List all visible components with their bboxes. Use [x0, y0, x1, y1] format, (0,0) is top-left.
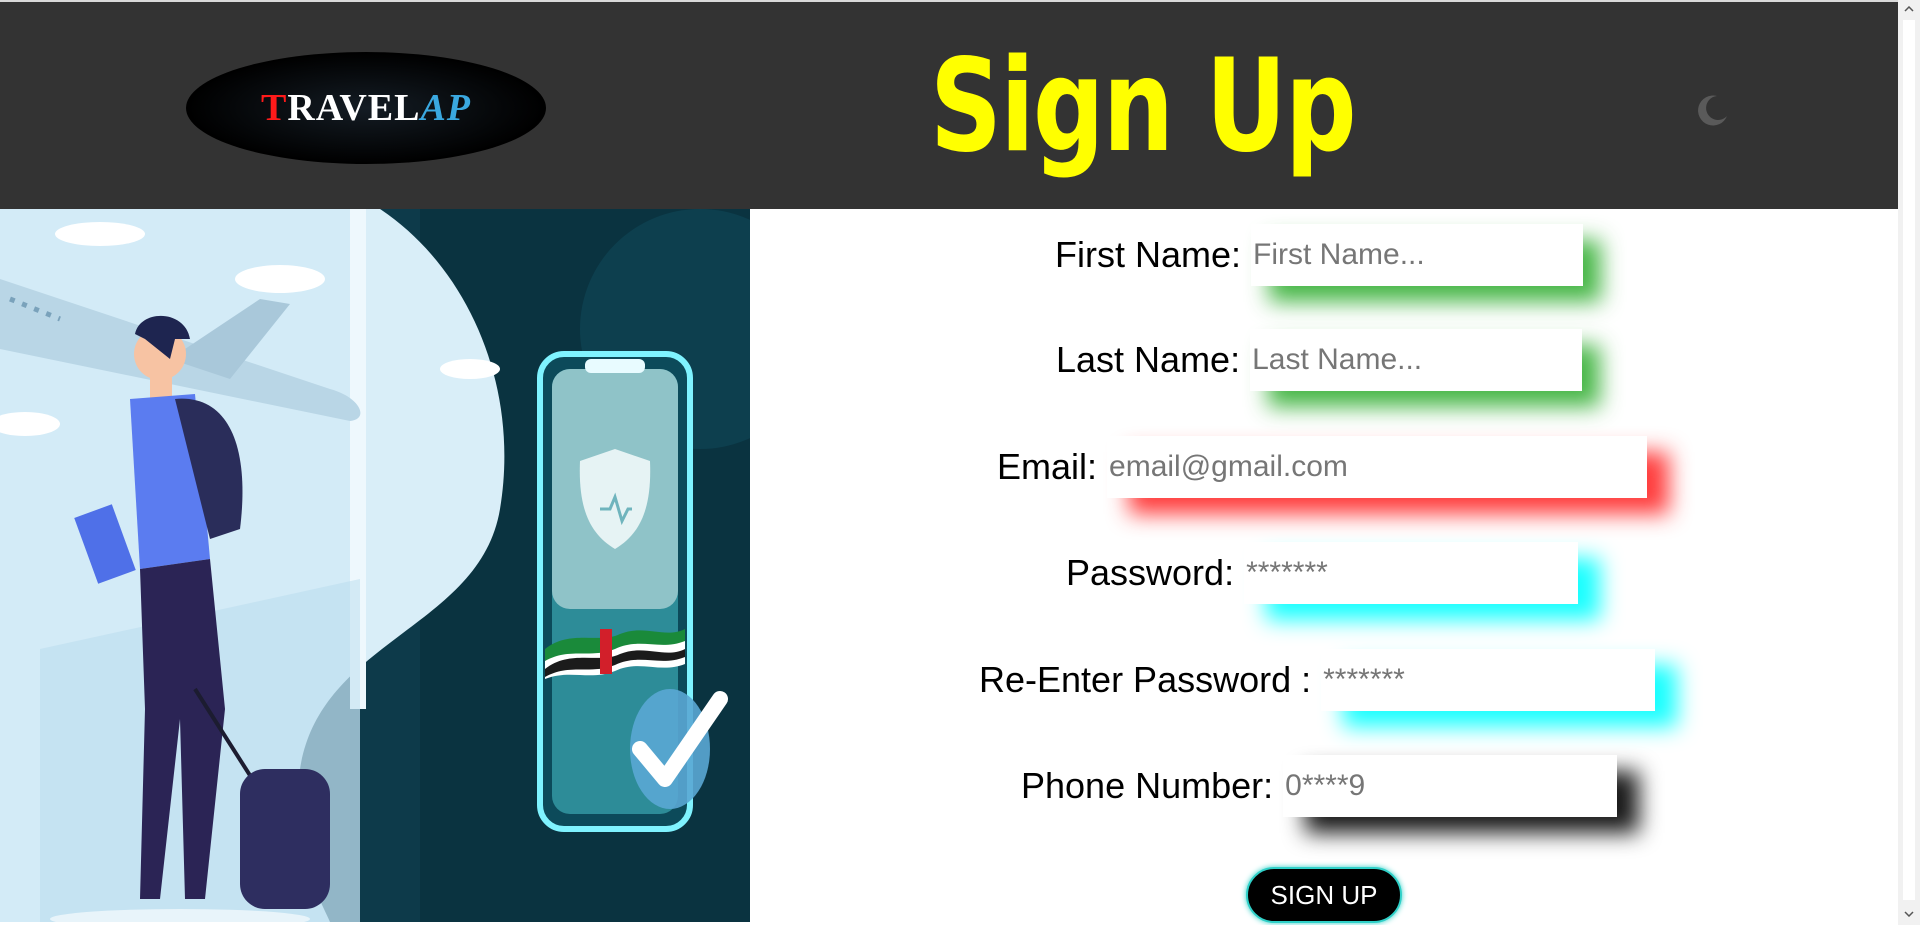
travelap-logo[interactable]: TRAVELAP — [186, 52, 546, 164]
page-title: Sign Up — [930, 32, 1357, 181]
last-name-input[interactable] — [1250, 329, 1583, 391]
hero-illustration — [0, 209, 750, 922]
password-row: Password: — [1066, 542, 1579, 604]
phone-row: Phone Number: — [1021, 755, 1618, 817]
signup-button[interactable]: SIGN UP — [1246, 867, 1402, 923]
scroll-up-icon[interactable] — [1898, 0, 1920, 18]
scrollbar-thumb[interactable] — [1903, 20, 1915, 900]
reenter-password-label: Re-Enter Password : — [979, 659, 1312, 700]
password-input[interactable] — [1244, 542, 1579, 604]
first-name-label: First Name: — [1055, 234, 1242, 275]
first-name-input[interactable] — [1251, 224, 1584, 286]
first-name-row: First Name: — [1055, 224, 1584, 286]
phone-input[interactable] — [1283, 755, 1618, 817]
reenter-password-input[interactable] — [1321, 649, 1656, 711]
password-label: Password: — [1066, 552, 1235, 593]
email-label: Email: — [997, 446, 1098, 487]
email-row: Email: — [997, 436, 1648, 498]
page-scrollbar[interactable] — [1898, 0, 1920, 925]
phone-label: Phone Number: — [1021, 765, 1274, 806]
email-input[interactable] — [1107, 436, 1648, 498]
last-name-label: Last Name: — [1056, 339, 1241, 380]
reenter-password-row: Re-Enter Password : — [979, 649, 1656, 711]
logo-text: TRAVELAP — [260, 87, 472, 129]
site-header: TRAVELAP Sign Up — [0, 0, 1898, 209]
last-name-row: Last Name: — [1056, 329, 1583, 391]
scroll-down-icon[interactable] — [1898, 905, 1920, 923]
moon-icon[interactable] — [1695, 92, 1731, 128]
signup-form: First Name: Last Name: Email: Password: … — [750, 209, 1898, 923]
